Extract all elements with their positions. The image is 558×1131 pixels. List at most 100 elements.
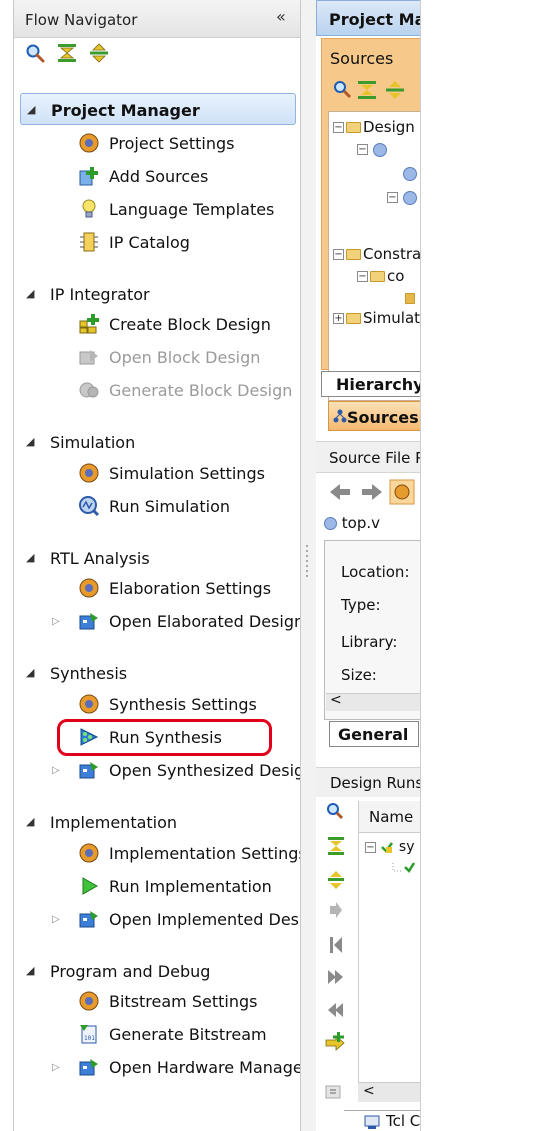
gear-icon: [78, 693, 100, 715]
panel-splitter[interactable]: [301, 0, 316, 1131]
rewind-icon[interactable]: [328, 1003, 343, 1017]
tree-item-constraints[interactable]: −Constraints: [333, 245, 420, 263]
scroll-left-icon[interactable]: <: [363, 1083, 375, 1099]
source-file-nav: [328, 478, 420, 510]
next-icon[interactable]: [330, 902, 342, 918]
verilog-file-icon: [402, 190, 417, 205]
expanded-triangle-icon[interactable]: ◢: [26, 435, 34, 448]
horizontal-scrollbar[interactable]: <: [358, 1082, 420, 1102]
expanded-triangle-icon[interactable]: ◢: [26, 551, 34, 564]
forward-arrow-icon[interactable]: [362, 484, 382, 500]
more-icon[interactable]: [325, 1085, 341, 1099]
collapse-toggle-icon[interactable]: −: [357, 144, 368, 155]
table-row[interactable]: − sy: [365, 839, 415, 855]
nav-item-label: Create Block Design: [109, 315, 271, 334]
expand-toggle-icon[interactable]: +: [333, 313, 344, 324]
nav-item-label: Generate Bitstream: [109, 1025, 267, 1044]
search-icon[interactable]: [24, 42, 46, 64]
flow-navigator-title: Flow Navigator: [25, 11, 138, 29]
open-design-icon: [78, 759, 100, 781]
nav-item-label: Elaboration Settings: [109, 579, 272, 598]
nav-item-label: Open Block Design: [109, 348, 261, 367]
collapse-all-icon[interactable]: [328, 837, 344, 855]
first-icon[interactable]: [330, 937, 342, 953]
expand-triangle-icon[interactable]: ▷: [52, 1062, 60, 1073]
expand-all-icon[interactable]: [386, 81, 404, 99]
back-arrow-icon[interactable]: [330, 484, 350, 500]
design-runs-toolbar: [322, 800, 360, 1100]
section-label: Project Manager: [51, 101, 200, 120]
tab-sources[interactable]: Sources: [328, 401, 420, 431]
collapse-all-icon[interactable]: [358, 81, 376, 99]
expand-triangle-icon[interactable]: ▷: [52, 765, 60, 776]
open-block-design-icon: [78, 346, 100, 368]
gear-icon: [78, 842, 100, 864]
ip-chip-icon: [78, 231, 100, 253]
folder-icon: [370, 271, 385, 282]
open-design-icon: [78, 1056, 100, 1078]
collapse-toggle-icon[interactable]: −: [333, 122, 344, 133]
tree-item-constrs-set[interactable]: − co: [357, 267, 404, 285]
expand-triangle-icon[interactable]: ▷: [52, 616, 60, 627]
design-runs-table: Name − sy: [358, 801, 420, 1091]
fast-forward-icon[interactable]: [328, 970, 343, 984]
collapse-toggle-icon[interactable]: −: [387, 192, 398, 203]
column-header-name[interactable]: Name: [359, 801, 420, 833]
search-icon[interactable]: [327, 803, 344, 820]
gear-icon: [78, 462, 100, 484]
section-label: Simulation: [50, 433, 136, 452]
collapse-all-icon[interactable]: [56, 42, 78, 64]
tree-item-xdc-file[interactable]: [403, 289, 417, 307]
table-row[interactable]: [391, 861, 416, 881]
expanded-triangle-icon[interactable]: ◢: [26, 287, 34, 300]
section-project-manager[interactable]: ◢ Project Manager: [20, 93, 296, 125]
create-block-design-icon: [78, 313, 100, 335]
tree-item-child-1[interactable]: [403, 164, 417, 182]
nav-item-label: Simulation Settings: [109, 464, 265, 483]
add-run-icon[interactable]: [325, 1032, 345, 1051]
expanded-triangle-icon[interactable]: ◢: [26, 964, 34, 977]
tab-hierarchy[interactable]: Hierarchy: [321, 371, 421, 397]
tab-label: Sources: [347, 408, 419, 427]
scroll-left-icon[interactable]: <: [330, 692, 342, 708]
tab-general[interactable]: General: [329, 721, 419, 747]
expanded-triangle-icon[interactable]: ◢: [27, 103, 35, 116]
horizontal-scrollbar[interactable]: <: [326, 692, 420, 711]
svg-text:101: 101: [84, 1035, 95, 1042]
collapse-toggle-icon[interactable]: −: [357, 271, 368, 282]
prop-type-label: Type:: [341, 596, 381, 614]
collapse-toggle-icon[interactable]: −: [333, 249, 344, 260]
expand-all-icon[interactable]: [328, 871, 344, 889]
expanded-triangle-icon[interactable]: ◢: [26, 815, 34, 828]
prop-library-label: Library:: [341, 633, 398, 651]
prop-location-label: Location:: [341, 563, 410, 581]
folder-icon: [346, 249, 361, 260]
tab-label: Hierarchy: [336, 375, 421, 394]
tree-item-design-sources[interactable]: −Design Sources: [333, 118, 420, 136]
bitstream-icon: 101: [78, 1023, 100, 1045]
tree-item-child-2[interactable]: −: [387, 188, 417, 206]
sources-toolbar: [332, 79, 412, 105]
project-manager-title: Project Manager: [329, 10, 420, 29]
sources-tree[interactable]: −Design Sources − − −Constraints −co +Si…: [328, 111, 420, 401]
nav-item-label: Bitstream Settings: [109, 992, 258, 1011]
sources-title: Sources: [330, 49, 394, 68]
add-sources-icon: [78, 165, 100, 187]
expand-all-icon[interactable]: [88, 42, 110, 64]
tree-item-simulation-sources[interactable]: +Simulation Sources: [333, 309, 420, 327]
gear-icon: [78, 132, 100, 154]
section-label: Synthesis: [50, 664, 128, 683]
settings-icon[interactable]: [389, 479, 415, 505]
tree-item-top-module[interactable]: −: [357, 140, 387, 158]
open-design-icon: [78, 610, 100, 632]
collapse-panel-button[interactable]: «: [276, 7, 286, 26]
tab-tcl-console[interactable]: Tcl Console: [344, 1110, 420, 1131]
nav-item-label: Implementation Settings: [109, 844, 301, 863]
expand-triangle-icon[interactable]: ▷: [52, 914, 60, 925]
search-icon[interactable]: [334, 81, 352, 99]
console-icon: [364, 1115, 380, 1129]
tab-label: General: [338, 725, 409, 744]
collapse-toggle-icon[interactable]: −: [365, 841, 376, 853]
expanded-triangle-icon[interactable]: ◢: [26, 666, 34, 679]
nav-item-label: Generate Block Design: [109, 381, 293, 400]
